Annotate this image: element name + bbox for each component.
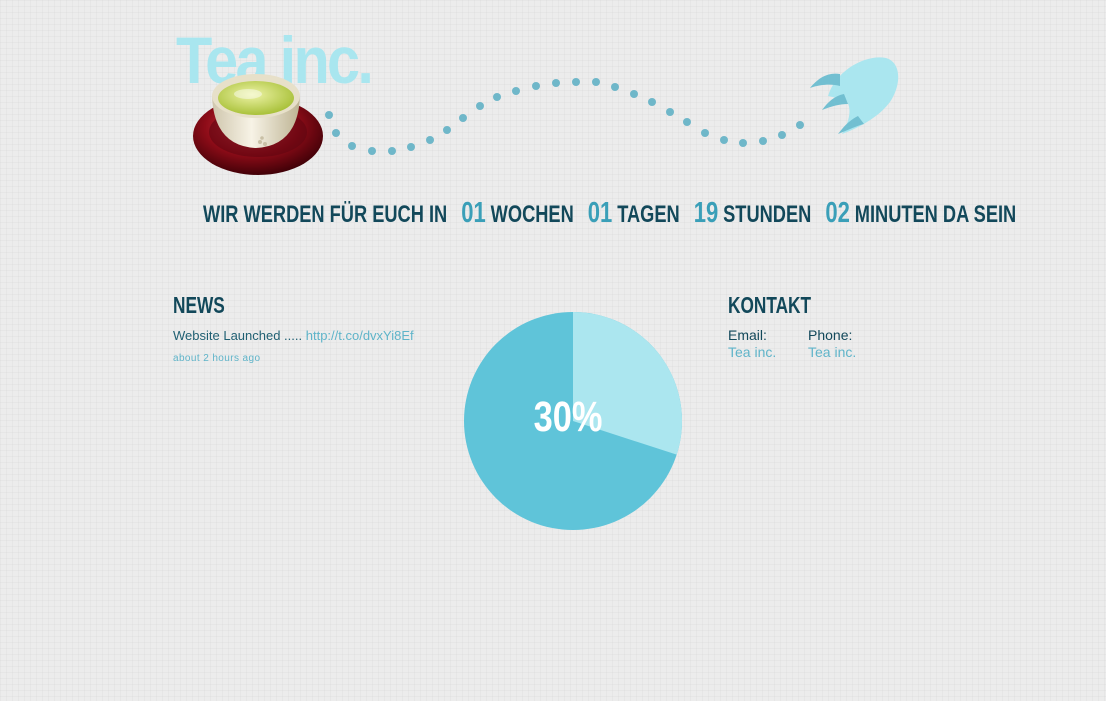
path-dot <box>348 142 356 150</box>
path-dot <box>778 131 786 139</box>
contact-phone: Phone: Tea inc. <box>808 327 856 360</box>
contact-email: Email: Tea inc. <box>728 327 776 360</box>
countdown-minutes-value: 02 <box>825 197 850 229</box>
path-dot <box>459 114 467 122</box>
path-dot <box>648 98 656 106</box>
contact-heading: Kontakt <box>728 292 812 318</box>
path-dot <box>720 136 728 144</box>
path-dot <box>388 147 396 155</box>
path-dot <box>332 129 340 137</box>
path-dot <box>426 136 434 144</box>
progress-label: 30% <box>533 393 603 441</box>
email-link[interactable]: Tea inc. <box>728 344 776 360</box>
path-dot <box>739 139 747 147</box>
countdown-weeks-value: 01 <box>461 197 486 229</box>
path-dot <box>796 121 804 129</box>
countdown-minutes-label: Minuten da sein <box>854 201 1017 228</box>
path-dot <box>493 93 501 101</box>
path-dot <box>683 118 691 126</box>
news-item-time: about 2 hours ago <box>173 353 261 364</box>
news-item-text: Website Launched ..... <box>173 328 306 343</box>
countdown-days-label: Tagen <box>617 201 680 228</box>
path-dot <box>368 147 376 155</box>
countdown-hours-value: 19 <box>693 197 719 229</box>
path-dot <box>701 129 709 137</box>
path-dot <box>572 78 580 86</box>
countdown-weeks-label: Wochen <box>490 201 574 228</box>
path-dot <box>611 83 619 91</box>
countdown-banner: Wir werden für euch in 01 Wochen 01 Tage… <box>203 197 1016 231</box>
path-dot <box>592 78 600 86</box>
phone-link[interactable]: Tea inc. <box>808 344 856 360</box>
news-item: Website Launched ..... http://t.co/dvxYi… <box>173 327 414 344</box>
path-dot <box>552 79 560 87</box>
teacup-icon <box>193 74 323 175</box>
path-dot <box>512 87 520 95</box>
email-label: Email: <box>728 327 767 343</box>
path-dot <box>630 90 638 98</box>
countdown-days-value: 01 <box>587 197 613 229</box>
news-item-link[interactable]: http://t.co/dvxYi8Ef <box>306 328 414 343</box>
rocket-icon <box>810 57 899 134</box>
phone-label: Phone: <box>808 327 853 343</box>
path-dot <box>759 137 767 145</box>
countdown-hours-label: Stunden <box>723 201 812 228</box>
path-dot <box>666 108 674 116</box>
news-heading: News <box>173 292 225 318</box>
path-dot <box>532 82 540 90</box>
path-dot <box>443 126 451 134</box>
path-dot <box>407 143 415 151</box>
countdown-prefix: Wir werden für euch in <box>203 201 448 228</box>
path-dot <box>476 102 484 110</box>
